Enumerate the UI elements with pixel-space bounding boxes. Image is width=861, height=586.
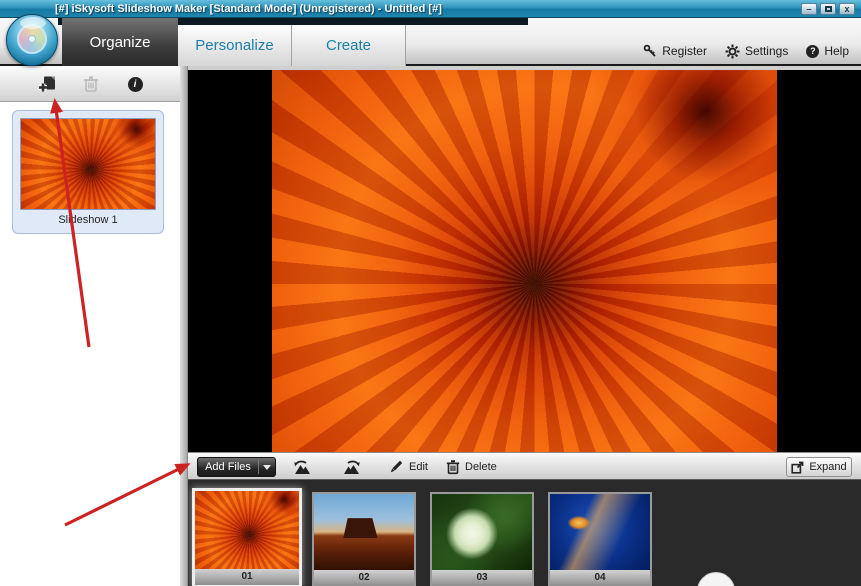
window-controls: – x bbox=[801, 3, 855, 15]
photo-toolbar: Add Files bbox=[188, 452, 861, 480]
info-icon: i bbox=[128, 77, 143, 92]
slideshow-thumbnail-image bbox=[20, 118, 156, 210]
delete-slideshow-button[interactable] bbox=[76, 70, 106, 98]
preview-photo bbox=[272, 70, 777, 452]
help-button[interactable]: ? Help bbox=[806, 44, 849, 58]
rotate-right-icon bbox=[342, 459, 364, 475]
add-slideshow-button[interactable] bbox=[33, 70, 63, 98]
window-title: [#] iSkysoft Slideshow Maker [Standard M… bbox=[55, 0, 442, 18]
edit-button[interactable]: Edit bbox=[388, 458, 428, 476]
add-files-dropdown[interactable] bbox=[259, 465, 275, 470]
thumbnail-label: 02 bbox=[314, 570, 414, 586]
maximize-icon bbox=[825, 6, 832, 12]
add-files-button[interactable]: Add Files bbox=[197, 457, 276, 477]
minimize-button[interactable]: – bbox=[801, 3, 817, 15]
maximize-button[interactable] bbox=[820, 3, 836, 15]
photo-thumbnail-4[interactable]: 04 bbox=[548, 492, 652, 586]
thumbnail-image-orange-flower bbox=[195, 491, 299, 569]
thumbnail-image-jellyfish bbox=[550, 494, 650, 570]
expand-button[interactable]: Expand bbox=[786, 457, 852, 477]
sidebar-splitter[interactable] bbox=[180, 66, 188, 586]
delete-button[interactable]: Delete bbox=[446, 458, 497, 476]
rotate-left-button[interactable] bbox=[288, 458, 314, 476]
slideshow-item[interactable]: Slideshow 1 bbox=[12, 110, 164, 234]
register-button[interactable]: Register bbox=[643, 44, 707, 58]
trash-icon bbox=[446, 459, 460, 475]
pencil-icon bbox=[388, 459, 404, 475]
top-toolbar: Organize Personalize Create Register bbox=[0, 18, 861, 66]
delete-slideshow-icon bbox=[83, 75, 99, 93]
photo-thumbnail-1[interactable]: 01 bbox=[192, 488, 302, 586]
help-icon: ? bbox=[806, 45, 819, 58]
thumbnail-label: 03 bbox=[432, 570, 532, 586]
settings-label: Settings bbox=[745, 44, 788, 58]
gear-icon bbox=[725, 44, 740, 59]
tab-organize[interactable]: Organize bbox=[62, 18, 178, 66]
rotate-left-icon bbox=[290, 459, 312, 475]
titlebar: [#] iSkysoft Slideshow Maker [Standard M… bbox=[0, 0, 861, 18]
expand-label: Expand bbox=[809, 461, 846, 473]
expand-icon bbox=[791, 461, 804, 474]
thumbnail-image-desert-mesa bbox=[314, 494, 414, 570]
tab-personalize[interactable]: Personalize bbox=[178, 25, 292, 66]
key-icon bbox=[643, 44, 657, 58]
watermark-circle bbox=[697, 572, 735, 586]
tab-create[interactable]: Create bbox=[292, 25, 406, 66]
cd-hole-icon bbox=[28, 35, 36, 43]
photo-thumbnail-2[interactable]: 02 bbox=[312, 492, 416, 586]
slideshow-info-button[interactable]: i bbox=[120, 70, 150, 98]
app-window: [#] iSkysoft Slideshow Maker [Standard M… bbox=[0, 0, 861, 586]
delete-label: Delete bbox=[465, 461, 497, 473]
add-slideshow-icon bbox=[37, 74, 59, 94]
photo-thumbnail-3[interactable]: 03 bbox=[430, 492, 534, 586]
add-files-label: Add Files bbox=[198, 461, 258, 473]
slideshow-label: Slideshow 1 bbox=[13, 214, 163, 226]
thumbnail-label: 04 bbox=[550, 570, 650, 586]
main-panel: Add Files bbox=[188, 66, 861, 586]
slideshow-sidebar: i Slideshow 1 bbox=[0, 66, 180, 586]
rotate-right-button[interactable] bbox=[340, 458, 366, 476]
dropdown-arrow-icon bbox=[263, 465, 271, 470]
register-label: Register bbox=[662, 44, 707, 58]
preview-stage bbox=[188, 70, 861, 452]
help-label: Help bbox=[824, 44, 849, 58]
close-button[interactable]: x bbox=[839, 3, 855, 15]
thumbnail-label: 01 bbox=[195, 569, 299, 585]
sidebar-toolbar: i bbox=[0, 66, 180, 102]
photo-filmstrip: 01 02 03 04 bbox=[188, 480, 861, 586]
top-menu: Register Settings ? Help bbox=[643, 38, 849, 64]
settings-button[interactable]: Settings bbox=[725, 44, 788, 59]
logo-gloss bbox=[20, 17, 46, 29]
thumbnail-image-hydrangea bbox=[432, 494, 532, 570]
edit-label: Edit bbox=[409, 461, 428, 473]
app-logo-button[interactable] bbox=[6, 14, 58, 66]
